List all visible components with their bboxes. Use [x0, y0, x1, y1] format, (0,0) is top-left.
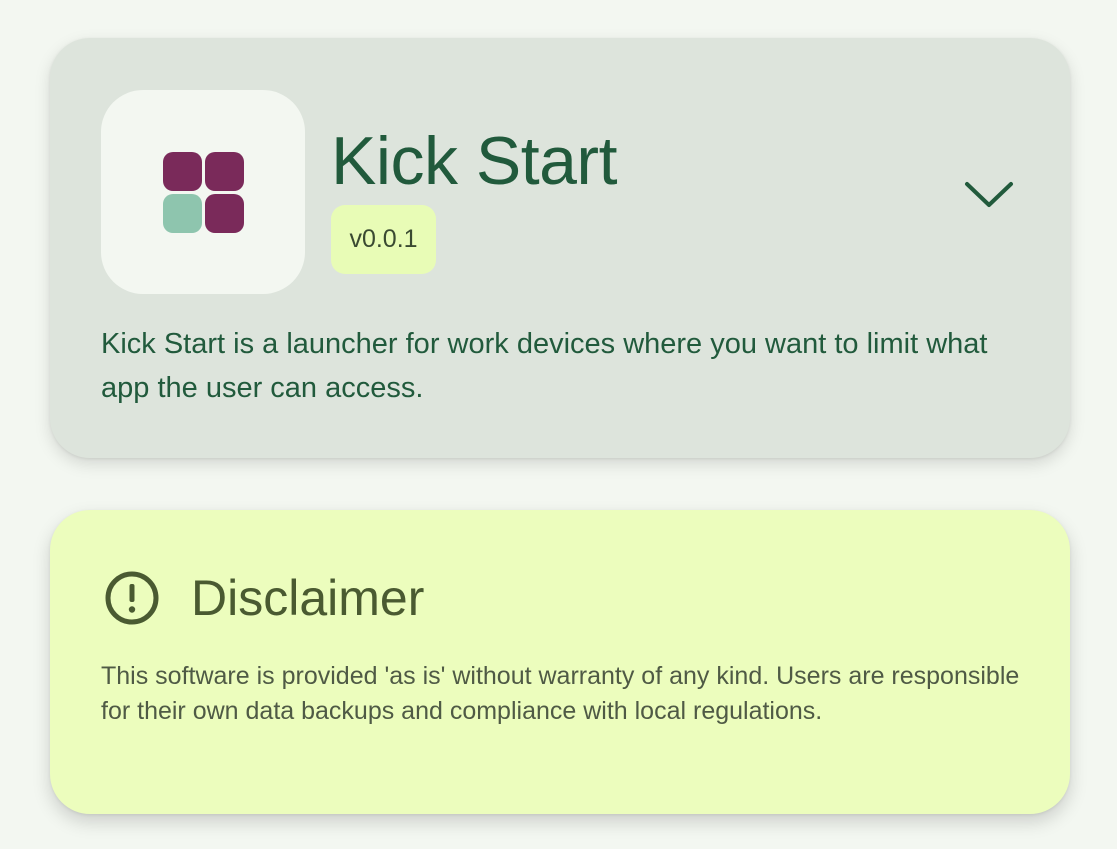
app-info-card: Kick Start v0.0.1 Kick Start is a launch… [50, 38, 1070, 458]
chevron-down-icon [965, 182, 1013, 207]
version-badge: v0.0.1 [331, 205, 436, 274]
app-icon [101, 90, 305, 294]
expand-button[interactable] [956, 172, 1022, 216]
alert-circle-icon [105, 571, 159, 625]
disclaimer-card: Disclaimer This software is provided 'as… [50, 510, 1070, 814]
disclaimer-title: Disclaimer [191, 570, 425, 626]
app-description: Kick Start is a launcher for work device… [101, 328, 988, 404]
app-title: Kick Start [331, 123, 617, 199]
app-grid-icon [163, 152, 244, 233]
disclaimer-text: This software is provided 'as is' withou… [101, 662, 1020, 725]
